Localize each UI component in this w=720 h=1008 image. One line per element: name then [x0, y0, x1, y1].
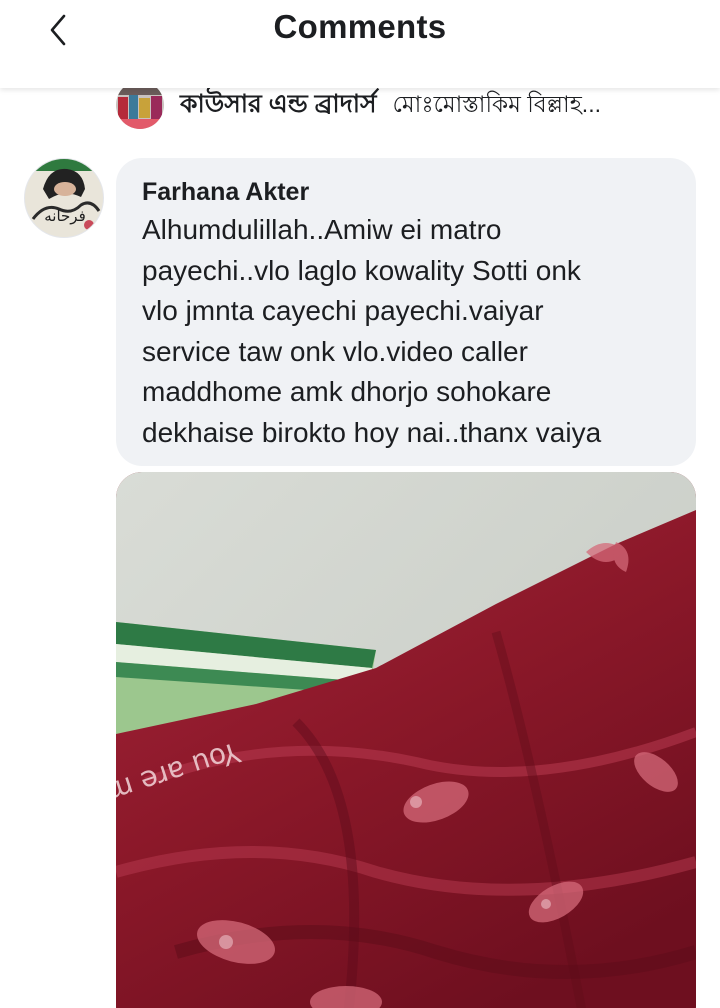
- comment-text: Alhumdulillah..Amiw ei matro payechi..vl…: [142, 214, 602, 448]
- avatar[interactable]: [116, 81, 164, 129]
- comments-screen: Comments কাউসার এন্ড ব্রাদার্স মোঃমোস্তা…: [0, 0, 720, 1008]
- comment-bubble[interactable]: Farhana Akter Alhumdulillah..Amiw ei mat…: [116, 158, 696, 466]
- avatar-signature: فرحانه: [44, 207, 86, 225]
- page-title: Comments: [273, 8, 447, 45]
- comment-author[interactable]: Farhana Akter: [142, 176, 672, 208]
- previous-reply-text: মোঃমোস্তাকিম বিল্লাহ...: [392, 90, 601, 117]
- previous-reply-author[interactable]: কাউসার এন্ড ব্রাদার্স: [180, 84, 377, 127]
- header-bar: Comments: [0, 0, 720, 88]
- avatar[interactable]: فرحانه: [24, 158, 104, 238]
- previous-reply-row[interactable]: কাউসার এন্ড ব্রাদার্স মোঃমোস্তাকিম বিল্ল…: [116, 81, 601, 129]
- comment-photo[interactable]: You are my woman: [116, 472, 696, 1008]
